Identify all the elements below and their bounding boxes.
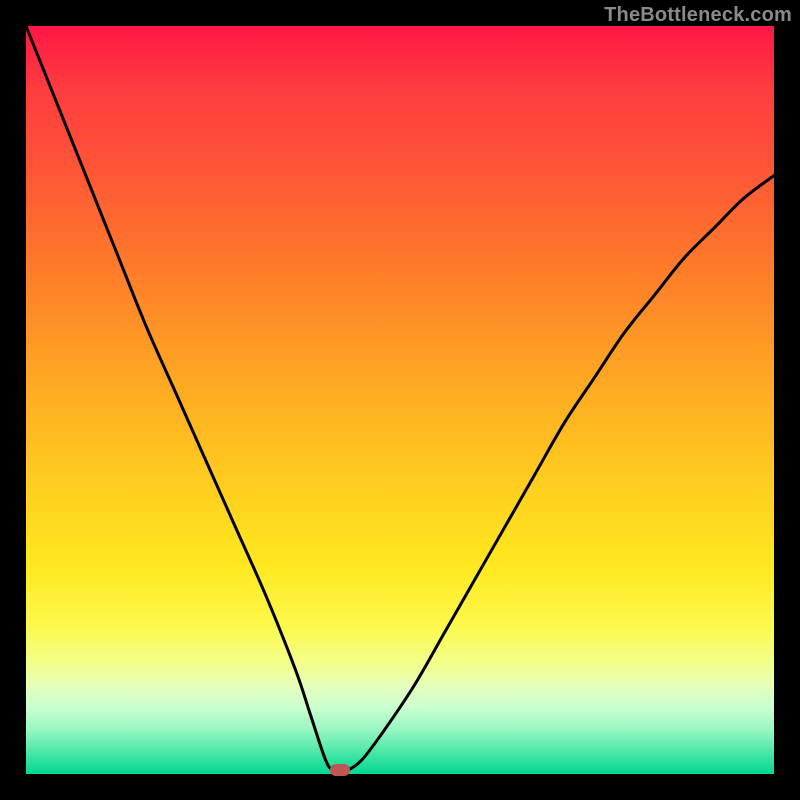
optimal-point-marker bbox=[330, 764, 350, 776]
watermark-text: TheBottleneck.com bbox=[604, 4, 792, 27]
bottleneck-curve bbox=[26, 26, 774, 774]
chart-frame: TheBottleneck.com bbox=[0, 0, 800, 800]
plot-area bbox=[26, 26, 774, 774]
